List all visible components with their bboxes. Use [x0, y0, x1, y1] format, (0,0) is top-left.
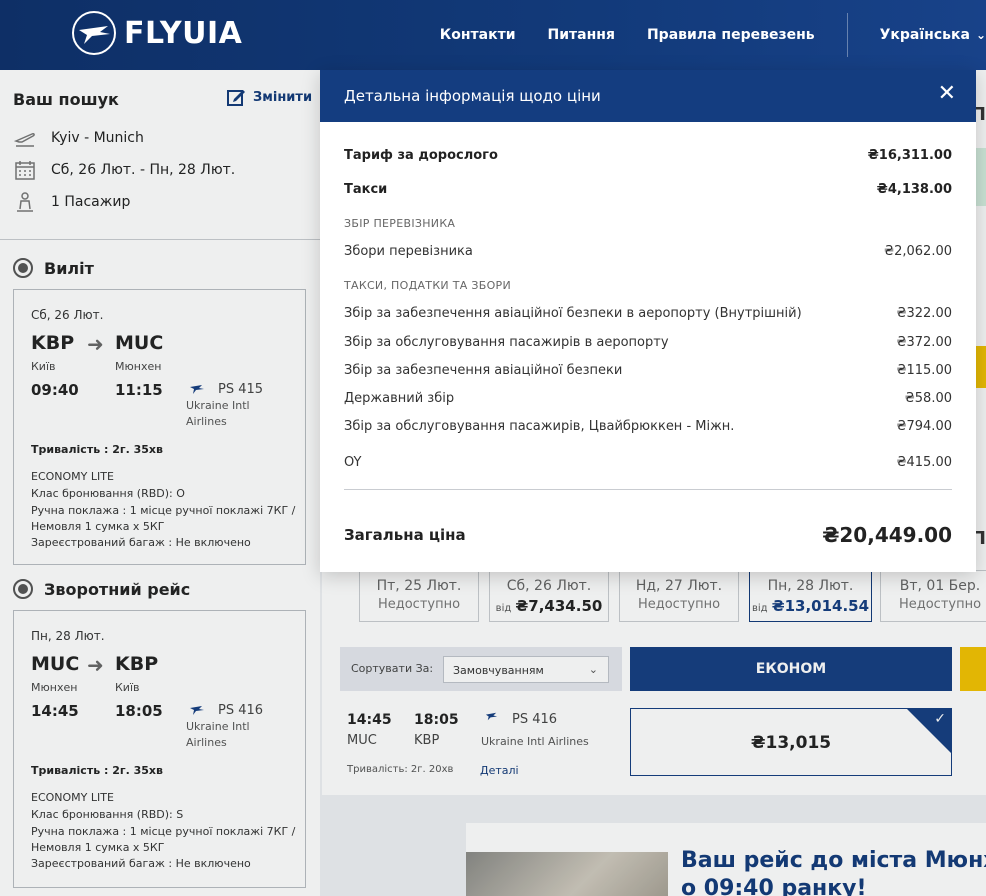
oy-row: OY ₴415.00 [344, 455, 952, 470]
main-nav: Контакти Питання Правила перевезень Укра… [408, 0, 986, 70]
nav-faq[interactable]: Питання [548, 27, 615, 43]
total-amount: ₴20,449.00 [822, 523, 952, 547]
tax-item-row: Збір за обслуговування пасажирів, Цвайбр… [344, 419, 952, 434]
language-selector[interactable]: Українська ⌄ [880, 27, 986, 43]
tax-item-row: Збір за обслуговування пасажирів в аероп… [344, 335, 952, 350]
tax-item-row: Державний збір ₴58.00 [344, 391, 952, 406]
flyuia-logo-icon [72, 11, 116, 55]
logo[interactable]: FLYUIA [70, 9, 242, 57]
price-details-modal: Детальна інформація щодо ціни ✕ Тариф за… [320, 70, 976, 572]
close-icon[interactable]: ✕ [938, 83, 956, 105]
total-label: Загальна ціна [344, 526, 466, 544]
site-header: FLYUIA Контакти Питання Правила перевезе… [0, 0, 986, 70]
language-label: Українська [879, 27, 970, 43]
tax-item-row: Збір за забезпечення авіаційної безпеки … [344, 363, 952, 378]
nav-rules[interactable]: Правила перевезень [647, 27, 815, 43]
chevron-down-icon: ⌄ [975, 28, 986, 42]
modal-divider [344, 489, 952, 490]
tax-item-row: Збір за забезпечення авіаційної безпеки … [344, 306, 952, 321]
modal-header: Детальна інформація щодо ціни ✕ [320, 70, 976, 122]
logo-text: FLYUIA [124, 15, 243, 51]
carrier-section-label: ЗБІР ПЕРЕВІЗНИКА [344, 217, 456, 230]
adult-fare-row: Тариф за дорослого ₴16,311.00 [344, 148, 952, 163]
carrier-fees-row: Збори перевізника ₴2,062.00 [344, 244, 952, 259]
taxes-row: Такси ₴4,138.00 [344, 182, 952, 197]
nav-divider [846, 13, 848, 57]
nav-contacts[interactable]: Контакти [440, 27, 516, 43]
modal-title: Детальна інформація щодо ціни [344, 87, 601, 105]
taxes-section-label: ТАКСИ, ПОДАТКИ ТА ЗБОРИ [344, 279, 512, 292]
total-price-row: Загальна ціна ₴20,449.00 [344, 523, 952, 547]
